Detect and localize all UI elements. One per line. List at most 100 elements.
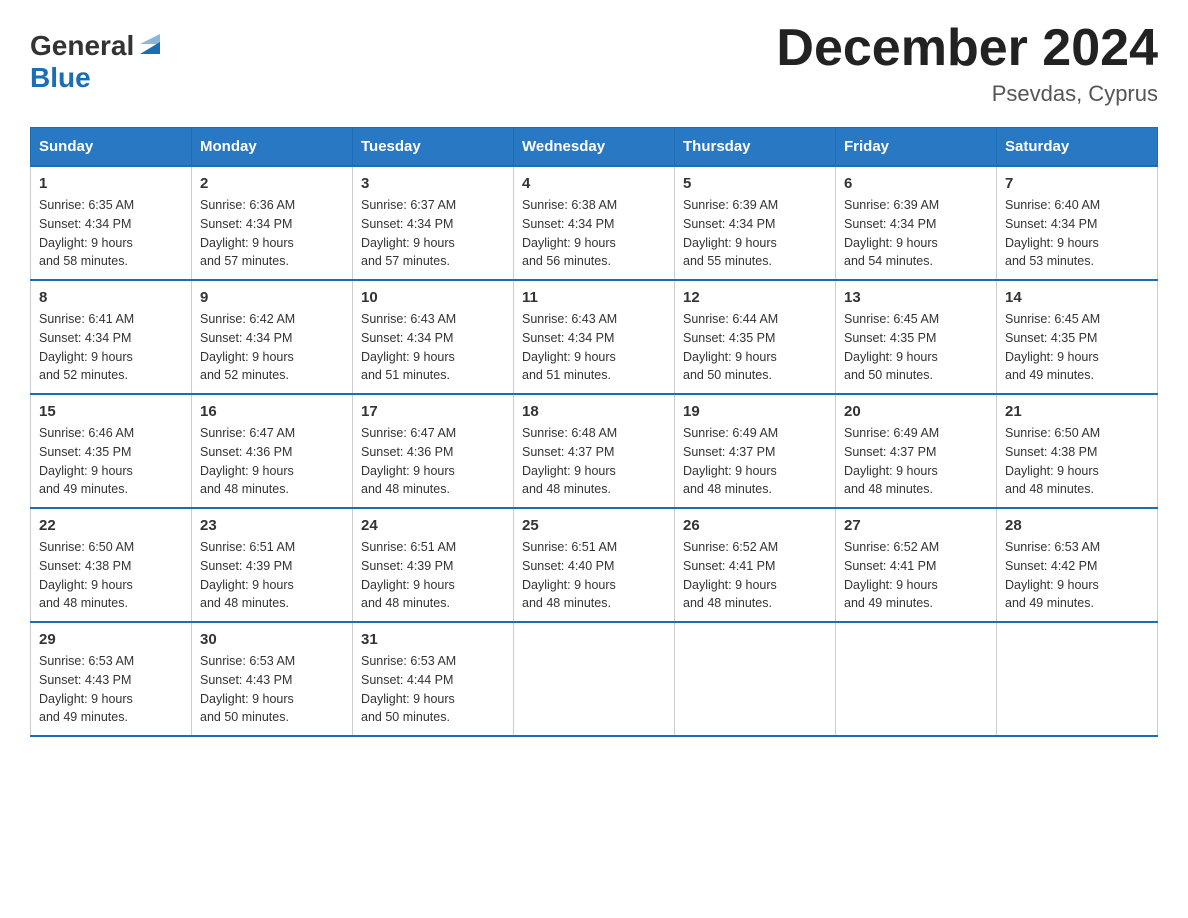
day-number: 5 (683, 175, 827, 192)
day-number: 26 (683, 517, 827, 534)
day-number: 29 (39, 631, 183, 648)
logo-triangle-icon (136, 30, 164, 58)
calendar-cell: 4 Sunrise: 6:38 AM Sunset: 4:34 PM Dayli… (514, 166, 675, 280)
day-number: 3 (361, 175, 505, 192)
page-header: General Blue December 2024 Psevdas, Cypr… (30, 20, 1158, 107)
col-header-friday: Friday (836, 128, 997, 167)
calendar-cell: 24 Sunrise: 6:51 AM Sunset: 4:39 PM Dayl… (353, 508, 514, 622)
day-info: Sunrise: 6:43 AM Sunset: 4:34 PM Dayligh… (361, 310, 505, 385)
day-number: 15 (39, 403, 183, 420)
calendar-cell: 11 Sunrise: 6:43 AM Sunset: 4:34 PM Dayl… (514, 280, 675, 394)
calendar-cell: 8 Sunrise: 6:41 AM Sunset: 4:34 PM Dayli… (31, 280, 192, 394)
day-info: Sunrise: 6:51 AM Sunset: 4:39 PM Dayligh… (200, 538, 344, 613)
day-info: Sunrise: 6:50 AM Sunset: 4:38 PM Dayligh… (1005, 424, 1149, 499)
calendar-header-row: SundayMondayTuesdayWednesdayThursdayFrid… (31, 128, 1158, 167)
day-number: 27 (844, 517, 988, 534)
logo: General Blue (30, 30, 164, 94)
page-subtitle: Psevdas, Cyprus (776, 81, 1158, 107)
calendar-cell: 2 Sunrise: 6:36 AM Sunset: 4:34 PM Dayli… (192, 166, 353, 280)
day-info: Sunrise: 6:47 AM Sunset: 4:36 PM Dayligh… (200, 424, 344, 499)
day-number: 19 (683, 403, 827, 420)
col-header-tuesday: Tuesday (353, 128, 514, 167)
day-info: Sunrise: 6:45 AM Sunset: 4:35 PM Dayligh… (1005, 310, 1149, 385)
day-number: 4 (522, 175, 666, 192)
day-number: 20 (844, 403, 988, 420)
day-info: Sunrise: 6:42 AM Sunset: 4:34 PM Dayligh… (200, 310, 344, 385)
calendar-table: SundayMondayTuesdayWednesdayThursdayFrid… (30, 127, 1158, 737)
calendar-cell (514, 622, 675, 736)
logo-blue-text: Blue (30, 62, 91, 93)
calendar-cell: 28 Sunrise: 6:53 AM Sunset: 4:42 PM Dayl… (997, 508, 1158, 622)
col-header-monday: Monday (192, 128, 353, 167)
day-number: 2 (200, 175, 344, 192)
calendar-cell: 27 Sunrise: 6:52 AM Sunset: 4:41 PM Dayl… (836, 508, 997, 622)
col-header-sunday: Sunday (31, 128, 192, 167)
day-info: Sunrise: 6:45 AM Sunset: 4:35 PM Dayligh… (844, 310, 988, 385)
day-info: Sunrise: 6:53 AM Sunset: 4:42 PM Dayligh… (1005, 538, 1149, 613)
day-info: Sunrise: 6:48 AM Sunset: 4:37 PM Dayligh… (522, 424, 666, 499)
day-number: 11 (522, 289, 666, 306)
calendar-cell: 26 Sunrise: 6:52 AM Sunset: 4:41 PM Dayl… (675, 508, 836, 622)
day-info: Sunrise: 6:53 AM Sunset: 4:43 PM Dayligh… (39, 652, 183, 727)
calendar-cell: 23 Sunrise: 6:51 AM Sunset: 4:39 PM Dayl… (192, 508, 353, 622)
logo-general-text: General (30, 30, 134, 62)
calendar-cell: 29 Sunrise: 6:53 AM Sunset: 4:43 PM Dayl… (31, 622, 192, 736)
day-number: 23 (200, 517, 344, 534)
day-number: 18 (522, 403, 666, 420)
calendar-cell: 5 Sunrise: 6:39 AM Sunset: 4:34 PM Dayli… (675, 166, 836, 280)
day-number: 17 (361, 403, 505, 420)
day-number: 14 (1005, 289, 1149, 306)
calendar-week-2: 8 Sunrise: 6:41 AM Sunset: 4:34 PM Dayli… (31, 280, 1158, 394)
calendar-cell: 14 Sunrise: 6:45 AM Sunset: 4:35 PM Dayl… (997, 280, 1158, 394)
day-number: 21 (1005, 403, 1149, 420)
calendar-cell: 22 Sunrise: 6:50 AM Sunset: 4:38 PM Dayl… (31, 508, 192, 622)
day-info: Sunrise: 6:41 AM Sunset: 4:34 PM Dayligh… (39, 310, 183, 385)
calendar-week-1: 1 Sunrise: 6:35 AM Sunset: 4:34 PM Dayli… (31, 166, 1158, 280)
calendar-cell: 30 Sunrise: 6:53 AM Sunset: 4:43 PM Dayl… (192, 622, 353, 736)
calendar-cell: 21 Sunrise: 6:50 AM Sunset: 4:38 PM Dayl… (997, 394, 1158, 508)
calendar-cell: 1 Sunrise: 6:35 AM Sunset: 4:34 PM Dayli… (31, 166, 192, 280)
day-info: Sunrise: 6:47 AM Sunset: 4:36 PM Dayligh… (361, 424, 505, 499)
day-number: 28 (1005, 517, 1149, 534)
day-number: 7 (1005, 175, 1149, 192)
day-number: 12 (683, 289, 827, 306)
calendar-week-3: 15 Sunrise: 6:46 AM Sunset: 4:35 PM Dayl… (31, 394, 1158, 508)
calendar-cell: 16 Sunrise: 6:47 AM Sunset: 4:36 PM Dayl… (192, 394, 353, 508)
day-number: 24 (361, 517, 505, 534)
calendar-cell: 9 Sunrise: 6:42 AM Sunset: 4:34 PM Dayli… (192, 280, 353, 394)
day-info: Sunrise: 6:36 AM Sunset: 4:34 PM Dayligh… (200, 196, 344, 271)
day-number: 9 (200, 289, 344, 306)
calendar-cell: 19 Sunrise: 6:49 AM Sunset: 4:37 PM Dayl… (675, 394, 836, 508)
day-number: 31 (361, 631, 505, 648)
day-number: 10 (361, 289, 505, 306)
calendar-cell: 17 Sunrise: 6:47 AM Sunset: 4:36 PM Dayl… (353, 394, 514, 508)
day-info: Sunrise: 6:51 AM Sunset: 4:40 PM Dayligh… (522, 538, 666, 613)
day-number: 30 (200, 631, 344, 648)
calendar-cell: 20 Sunrise: 6:49 AM Sunset: 4:37 PM Dayl… (836, 394, 997, 508)
calendar-cell: 13 Sunrise: 6:45 AM Sunset: 4:35 PM Dayl… (836, 280, 997, 394)
day-info: Sunrise: 6:50 AM Sunset: 4:38 PM Dayligh… (39, 538, 183, 613)
day-info: Sunrise: 6:49 AM Sunset: 4:37 PM Dayligh… (844, 424, 988, 499)
day-number: 22 (39, 517, 183, 534)
day-info: Sunrise: 6:37 AM Sunset: 4:34 PM Dayligh… (361, 196, 505, 271)
calendar-cell: 31 Sunrise: 6:53 AM Sunset: 4:44 PM Dayl… (353, 622, 514, 736)
day-info: Sunrise: 6:44 AM Sunset: 4:35 PM Dayligh… (683, 310, 827, 385)
calendar-cell: 7 Sunrise: 6:40 AM Sunset: 4:34 PM Dayli… (997, 166, 1158, 280)
day-info: Sunrise: 6:49 AM Sunset: 4:37 PM Dayligh… (683, 424, 827, 499)
day-info: Sunrise: 6:52 AM Sunset: 4:41 PM Dayligh… (844, 538, 988, 613)
col-header-thursday: Thursday (675, 128, 836, 167)
calendar-cell: 12 Sunrise: 6:44 AM Sunset: 4:35 PM Dayl… (675, 280, 836, 394)
title-section: December 2024 Psevdas, Cyprus (776, 20, 1158, 107)
calendar-week-4: 22 Sunrise: 6:50 AM Sunset: 4:38 PM Dayl… (31, 508, 1158, 622)
day-number: 13 (844, 289, 988, 306)
day-info: Sunrise: 6:46 AM Sunset: 4:35 PM Dayligh… (39, 424, 183, 499)
calendar-cell: 10 Sunrise: 6:43 AM Sunset: 4:34 PM Dayl… (353, 280, 514, 394)
day-info: Sunrise: 6:39 AM Sunset: 4:34 PM Dayligh… (844, 196, 988, 271)
calendar-cell (836, 622, 997, 736)
calendar-cell: 6 Sunrise: 6:39 AM Sunset: 4:34 PM Dayli… (836, 166, 997, 280)
day-info: Sunrise: 6:53 AM Sunset: 4:44 PM Dayligh… (361, 652, 505, 727)
page-title: December 2024 (776, 20, 1158, 77)
day-info: Sunrise: 6:53 AM Sunset: 4:43 PM Dayligh… (200, 652, 344, 727)
day-number: 6 (844, 175, 988, 192)
calendar-cell: 15 Sunrise: 6:46 AM Sunset: 4:35 PM Dayl… (31, 394, 192, 508)
